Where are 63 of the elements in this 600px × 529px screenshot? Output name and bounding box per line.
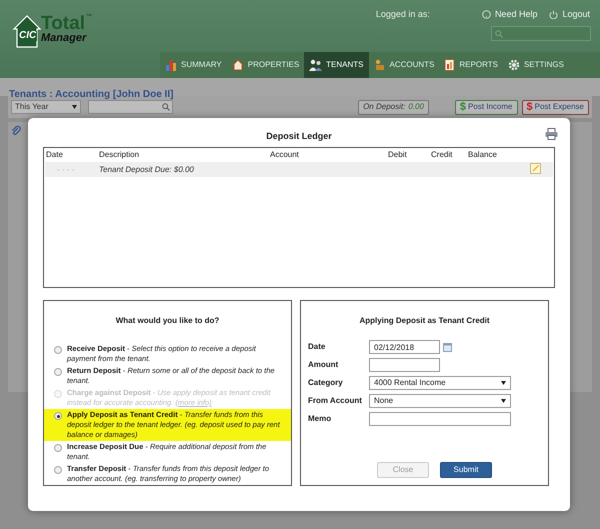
logo-subtext: Manager [41,33,88,44]
logo-mark: CIC [18,31,38,41]
nav-tab[interactable]: TENANTS [304,52,369,78]
column-header: Debit [388,149,408,161]
header-link[interactable]: Logout [549,8,590,22]
field-label: Amount [308,359,340,371]
column-header: Credit [431,149,454,161]
logo-text: Total [41,14,85,33]
caret-icon [501,381,506,385]
caret-icon [72,105,77,109]
select-dropdown[interactable]: 4000 Rental Income [369,376,511,390]
field-label: Category [308,377,344,389]
amount-field[interactable] [369,358,440,372]
field-label: Memo [308,413,332,425]
search-field[interactable] [88,100,173,114]
search-icon [495,30,503,38]
date-field[interactable]: 02/12/2018 [369,340,440,354]
column-header: Date [45,149,64,161]
breadcrumb: Tenants : Accounting [John Doe II] [9,89,174,100]
table-cell-text: - - - - [56,164,76,176]
nav-tab[interactable]: PROPERTIES [226,52,304,78]
column-header: Account [270,149,300,161]
on-deposit-label: On Deposit: [363,101,406,113]
radio-button[interactable] [54,346,62,354]
field-label: From Account [308,395,363,407]
on-deposit-amount: 0.00 [408,101,424,113]
header-link[interactable]: Need Help [482,8,538,22]
post-button[interactable]: $ Post Income [454,100,518,114]
radio-button[interactable] [54,444,62,452]
people-icon [309,59,322,71]
column-header: Balance [468,149,498,161]
memo-field[interactable] [369,412,511,426]
panel-title: Applying Deposit as Tenant Credit [359,316,490,325]
post-button[interactable]: $ Post Expense [522,100,589,114]
nav-tab[interactable]: SETTINGS [502,52,569,78]
radio-button[interactable] [54,368,62,376]
logged-in-label: Logged in as: [376,8,430,21]
submit-button[interactable]: Submit [440,462,492,478]
help-icon [482,10,491,20]
nav-tab[interactable]: REPORTS [439,52,503,78]
radio-button[interactable] [54,466,62,474]
search-field[interactable] [491,26,591,41]
paperclip-icon[interactable] [11,125,21,136]
bar-chart-icon [165,59,177,71]
pencil-icon[interactable] [530,163,541,174]
power-icon [549,10,558,20]
caret-icon [501,399,506,403]
select-dropdown[interactable]: None [369,394,511,408]
printer-icon[interactable] [545,128,558,140]
gear-icon [508,59,520,71]
report-icon [444,59,456,71]
period-dropdown[interactable]: This Year [11,100,81,114]
nav-tab[interactable]: SUMMARY [160,52,227,78]
calendar-icon[interactable] [443,342,452,352]
search-icon [162,103,170,111]
panel-title: What would you like to do? [116,316,220,325]
field-label: Date [308,341,326,353]
column-header: Description [99,149,140,161]
table-cell: Tenant Deposit Due: $0.00 [99,164,194,176]
house-icon [232,59,244,71]
nav-tab[interactable]: ACCOUNTS [368,52,440,78]
radio-button[interactable] [54,412,62,420]
dialog-title: Deposit Ledger [266,130,332,143]
